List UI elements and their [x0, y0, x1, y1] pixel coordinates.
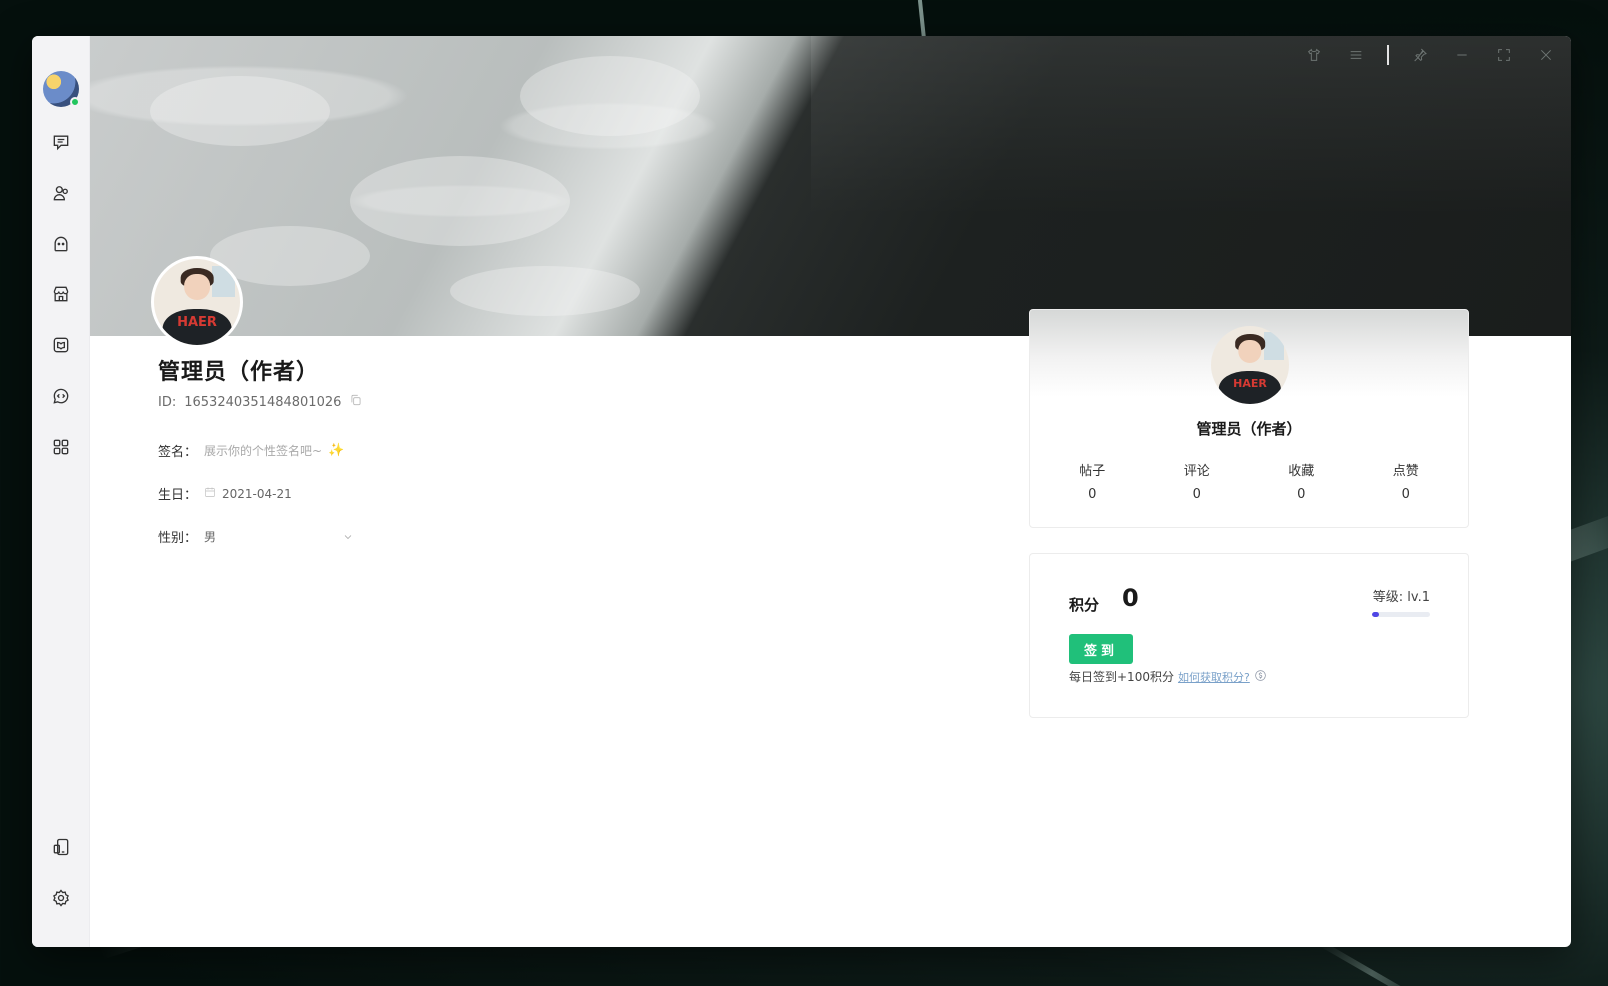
gender-row: 性别： 男 [158, 527, 354, 546]
sidebar-item-code-chat[interactable] [49, 384, 73, 408]
message-icon [53, 135, 69, 151]
users-icon [53, 186, 68, 201]
card-name: 管理员（作者） [1196, 420, 1302, 438]
stats-row: 帖子 0 评论 0 收藏 0 点赞 0 [1040, 460, 1458, 502]
app-window: HAER 管理员（作者） ID: 1653240351484801026 签名：… [32, 36, 1571, 947]
chevron-down-icon [344, 534, 352, 539]
profile-name: 管理员（作者） [158, 360, 320, 385]
gender-value: 男 [204, 530, 217, 544]
level-label: 等级: lv.1 [1372, 590, 1430, 605]
gender-label: 性别： [158, 531, 198, 546]
coin-icon [1254, 669, 1267, 685]
copy-id-button[interactable] [349, 393, 363, 411]
calendar-icon [204, 486, 216, 501]
stat-value: 0 [1297, 487, 1306, 502]
store-icon [53, 286, 69, 302]
sidebar-item-apps[interactable] [49, 435, 73, 459]
points-label: 积分 [1069, 596, 1100, 614]
sidebar [32, 36, 90, 947]
signature-placeholder: 展示你的个性签名吧~ [204, 444, 323, 458]
sidebar-item-ghost[interactable] [49, 232, 73, 256]
sparkle-icon: ✨ [328, 443, 345, 458]
stat-label: 评论 [1183, 464, 1210, 479]
menu-button[interactable] [1345, 44, 1367, 66]
pin-icon [1414, 48, 1427, 62]
pin-button[interactable] [1409, 44, 1431, 66]
stat-favorites[interactable]: 收藏 0 [1256, 460, 1346, 502]
menu-icon [1350, 51, 1362, 59]
sidebar-item-store[interactable] [49, 282, 73, 306]
points-hint-text: 每日签到+100积分 [1069, 670, 1174, 684]
signature-row: 签名： 展示你的个性签名吧~ ✨ [158, 441, 344, 460]
user-id-row: ID: 1653240351484801026 [158, 393, 363, 411]
stat-value: 0 [1088, 487, 1097, 502]
profile-summary-card: HAER 管理员（作者） 帖子 0 评论 0 收藏 0 点赞 0 [1029, 309, 1469, 528]
level-progress-bar [1372, 612, 1430, 617]
points-value: 0 [1122, 584, 1139, 612]
shirt-icon [1307, 48, 1321, 61]
profile-avatar[interactable]: HAER [151, 256, 243, 348]
close-button[interactable] [1535, 44, 1557, 66]
signature-input[interactable]: 展示你的个性签名吧~ ✨ [204, 442, 344, 459]
level-progress-fill [1372, 612, 1379, 617]
gender-select[interactable]: 男 [204, 528, 354, 545]
card-avatar: HAER [1211, 326, 1289, 404]
avatar-shirt-text: HAER [1233, 376, 1267, 390]
apps-icon [53, 439, 69, 455]
stat-label: 点赞 [1392, 464, 1419, 479]
profile-banner [90, 36, 1571, 336]
stat-label: 收藏 [1288, 464, 1315, 479]
online-status-dot [70, 97, 80, 107]
stat-value: 0 [1192, 487, 1201, 502]
settings-icon [53, 889, 69, 907]
stat-posts[interactable]: 帖子 0 [1047, 460, 1137, 502]
skin-button[interactable] [1303, 44, 1325, 66]
user-id-value: 1653240351484801026 [184, 394, 342, 410]
wallpaper-streak [917, 0, 927, 40]
device-icon [53, 838, 69, 856]
minimize-icon [1457, 54, 1467, 56]
sidebar-item-device[interactable] [49, 835, 73, 859]
stat-label: 帖子 [1079, 464, 1106, 479]
avatar-image: HAER [1211, 326, 1289, 404]
stat-comments[interactable]: 评论 0 [1152, 460, 1242, 502]
sidebar-item-book[interactable] [49, 333, 73, 357]
close-icon [1540, 49, 1552, 61]
user-id-label: ID: [158, 394, 177, 410]
stat-value: 0 [1401, 487, 1410, 502]
sidebar-item-messages[interactable] [49, 130, 73, 154]
avatar-image: HAER [154, 259, 240, 345]
how-to-earn-link[interactable]: 如何获取积分? [1178, 669, 1250, 685]
copy-icon [351, 394, 361, 406]
birthday-row: 生日： 2021-04-21 [158, 484, 292, 504]
sidebar-avatar[interactable] [43, 71, 80, 107]
birthday-picker[interactable]: 2021-04-21 [204, 486, 292, 501]
minimize-button[interactable] [1451, 44, 1473, 66]
window-controls [1303, 44, 1557, 66]
sidebar-item-contacts[interactable] [49, 181, 73, 205]
sidebar-item-settings[interactable] [49, 886, 73, 910]
points-hint: 每日签到+100积分 如何获取积分? [1069, 668, 1267, 685]
signature-label: 签名： [158, 445, 198, 460]
maximize-icon [1498, 49, 1510, 61]
ghost-icon [54, 236, 68, 252]
sign-in-button[interactable]: 签到 [1069, 634, 1133, 664]
avatar-shirt-text: HAER [177, 314, 217, 330]
maximize-button[interactable] [1493, 44, 1515, 66]
code-chat-icon [53, 388, 69, 404]
controls-divider [1387, 45, 1389, 65]
stat-likes[interactable]: 点赞 0 [1361, 460, 1451, 502]
birthday-label: 生日： [158, 488, 198, 503]
points-card: 积分 0 等级: lv.1 签到 每日签到+100积分 如何获取积分? [1029, 553, 1469, 718]
book-icon [53, 337, 69, 353]
wallpaper-streak [1318, 940, 1426, 986]
birthday-value: 2021-04-21 [222, 486, 292, 501]
